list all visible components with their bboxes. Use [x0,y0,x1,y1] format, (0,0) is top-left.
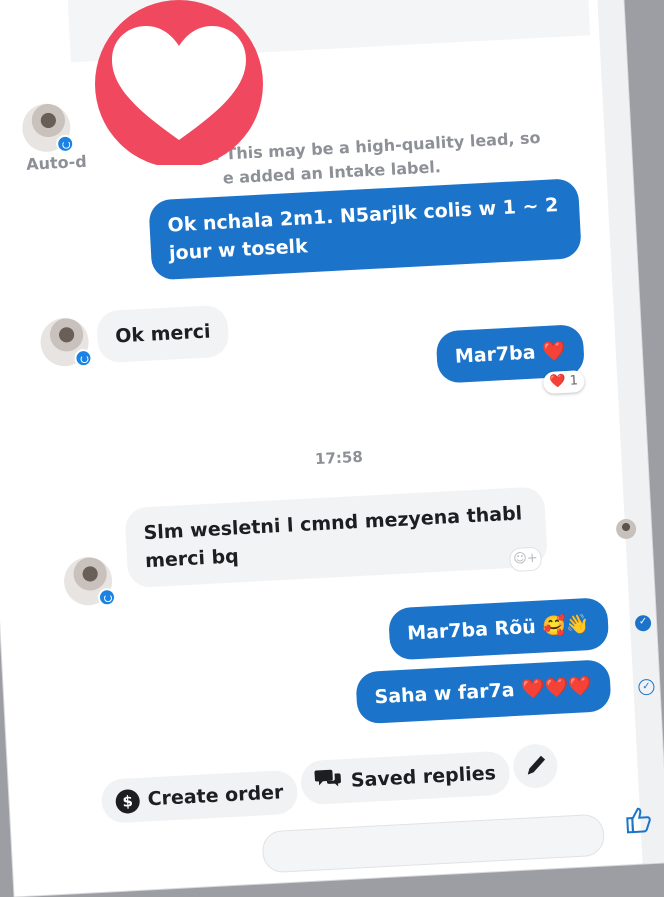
messenger-badge-icon [73,348,93,368]
message-text: Saha w far7a [374,679,516,709]
create-order-label: Create order [147,781,284,811]
message-input[interactable] [261,813,606,874]
heart-emoji: ❤️ [541,339,567,364]
message-bubble-incoming[interactable]: Slm wesletni l cmnd mezyena thabl merci … [124,486,548,589]
scrollbar-track[interactable] [594,0,664,864]
edit-button[interactable] [512,742,559,790]
avatar[interactable] [21,102,75,154]
messenger-badge-icon [97,587,117,607]
message-text: Ok merci [114,320,212,348]
heart-emoji: ❤️❤️❤️ [520,675,593,701]
emoji: 🥰👋 [541,613,591,638]
message-text: Mar7ba Rõü [406,615,537,645]
message-bubble-outgoing[interactable]: Saha w far7a ❤️❤️❤️ [355,659,612,725]
heart-icon [84,0,274,168]
message-bubble-incoming[interactable]: Ok merci [96,304,230,364]
pencil-icon [527,755,546,775]
timestamp: 17:58 [314,447,364,469]
system-note-prefix: Auto-d [25,151,88,174]
dollar-icon: $ [115,788,141,814]
saved-replies-label: Saved replies [350,762,497,792]
create-order-button[interactable]: $ Create order [100,769,299,824]
chat-bubbles-icon [314,760,344,805]
message-text: Mar7ba [454,341,537,368]
message-bubble-outgoing[interactable]: Mar7ba Rõü 🥰👋 [387,597,609,661]
message-text: Slm wesletni l cmnd mezyena thabl merci … [143,502,523,573]
avatar[interactable] [62,556,117,607]
avatar[interactable] [39,316,93,368]
smiley-plus-icon[interactable]: ☺+ [508,546,543,573]
message-text: Ok nchala 2m1. N5arjlk colis w 1 ~ 2 jou… [167,194,559,265]
reaction-count: 1 [569,373,579,389]
saved-replies-button[interactable]: Saved replies [299,750,511,806]
reaction-badge[interactable]: ❤️ 1 [542,370,585,395]
thumbs-up-icon[interactable] [623,805,654,835]
heart-emoji: ❤️ [548,373,566,390]
message-bubble-outgoing[interactable]: Ok nchala 2m1. N5arjlk colis w 1 ~ 2 jou… [148,178,582,281]
